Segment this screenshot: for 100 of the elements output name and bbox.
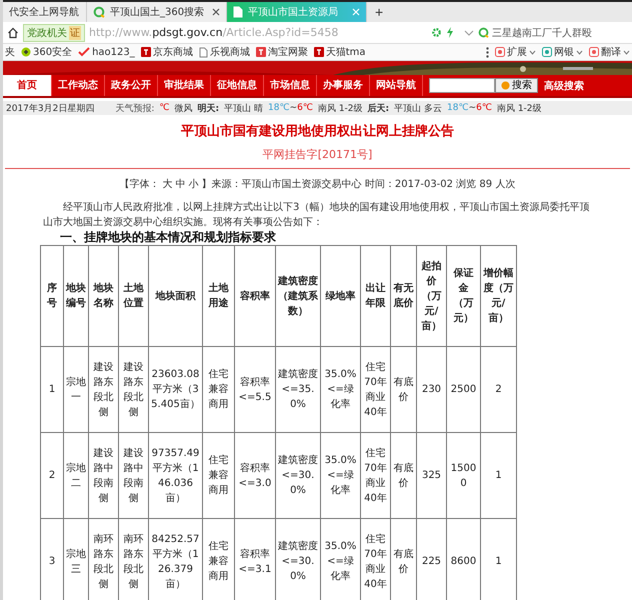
date-text: 2017年3月2日星期四 [6, 102, 94, 114]
government-badge[interactable]: 党政机关 证 [23, 24, 85, 42]
table-cell: 建筑密度<=30.0% [276, 518, 320, 600]
section-heading: 一、挂牌地块的基本情况和规划指标要求 [60, 230, 277, 245]
caret-icon [623, 50, 630, 54]
column-header: 容积率 [234, 246, 276, 346]
search-field[interactable]: 三星越南工厂千人群殴 [478, 26, 628, 40]
forecast-place: 平顶山 多云 [394, 102, 442, 114]
table-cell: 住宅70年商业40年 [360, 432, 390, 518]
table-cell: 建筑密度<=30.0% [276, 432, 320, 518]
table-cell: 建设路东段北侧 [88, 346, 118, 432]
table-cell: 住宅兼容商用 [202, 346, 234, 432]
table-cell: 容积率<=3.0 [234, 432, 276, 518]
column-header: 出让年限 [360, 246, 390, 346]
table-cell: 2500 [446, 346, 480, 432]
column-header: 地块名称 [88, 246, 118, 346]
column-header: 序号 [40, 246, 64, 346]
table-cell: 建筑密度<=35.0% [276, 346, 320, 432]
badge-label: 党政机关 [27, 26, 67, 40]
table-cell: 1 [40, 346, 64, 432]
lightning-icon[interactable] [446, 27, 454, 38]
gear-icon[interactable] [431, 27, 442, 38]
store-icon [140, 47, 151, 57]
search-button[interactable]: 搜索 [495, 78, 538, 93]
table-cell: 325 [416, 432, 446, 518]
font-size-link[interactable]: 小 [188, 177, 199, 191]
table-cell: 有底价 [390, 518, 416, 600]
column-header: 保证金（万元） [446, 246, 480, 346]
forecast-place: 平顶山 晴 [224, 102, 263, 114]
table-cell: 35.0%<=绿化率 [320, 346, 360, 432]
caret-icon [529, 50, 536, 54]
toolbar-button[interactable]: 网银 [542, 45, 583, 59]
table-cell: 住宅70年商业40年 [360, 346, 390, 432]
wind-text: 南风 1-2级 [496, 102, 542, 114]
address-field[interactable]: http://www.pdsgt.gov.cn/Article.Asp?id=5458 [89, 26, 427, 39]
nav-tab[interactable]: 工作动态 [52, 75, 105, 96]
table-cell: 住宅兼容商用 [202, 432, 234, 518]
bookmark-link[interactable]: 京东商城 [140, 45, 193, 59]
temperature-text: ℃ [159, 103, 170, 113]
table-cell: 建设路中段南侧 [88, 432, 118, 518]
weather-label: 天气预报: [115, 102, 154, 114]
dropdown-icon[interactable] [464, 28, 474, 36]
table-cell: 宗地三 [64, 518, 88, 600]
search-engine-icon [478, 27, 489, 38]
toolbar-button[interactable]: 翻译 [589, 45, 630, 59]
caret-icon [576, 50, 583, 54]
nav-tab[interactable]: 网站导航 [370, 75, 423, 96]
advanced-search-link[interactable]: 高级搜索 [544, 78, 584, 92]
site-search-field[interactable] [429, 78, 495, 93]
close-icon[interactable] [212, 8, 220, 16]
intro-paragraph: 经平顶山市人民政府批准，以网上挂牌方式出让以下3（幅）地块的国有建设用地使用权，平顶山市国土资源局委托平顶山市大地国土资源交易中心组织实施。现将有关事项公告如下： [43, 200, 590, 230]
column-header: 土地位置 [118, 246, 148, 346]
bookmark-link[interactable]: 乐视商城 [198, 45, 250, 59]
page-icon [233, 6, 243, 18]
column-header: 土地用途 [202, 246, 234, 346]
table-cell: 1 [480, 432, 516, 518]
bookmark-link[interactable]: 淘宝网聚 [256, 45, 308, 59]
table-cell: 容积率<=5.5 [234, 346, 276, 432]
tab-title: 平顶山市国土资源局 [248, 6, 339, 19]
nav-tab[interactable]: 审批结果 [158, 75, 211, 96]
column-header: 地块面积 [148, 246, 202, 346]
column-header: 建筑密度（建筑系数） [276, 246, 320, 346]
table-cell: 230 [416, 346, 446, 432]
bookmark-link[interactable]: 夹 [5, 45, 15, 59]
table-cell: 97357.49平方米（146.036亩） [148, 432, 202, 518]
forecast-day: 后天: [368, 102, 390, 114]
check-icon [78, 47, 90, 57]
bookmark-link[interactable]: hao123_ [78, 46, 135, 58]
wind-text: 南风 1-2级 [318, 102, 363, 114]
nav-tab[interactable]: 市场信息 [264, 75, 317, 96]
table-cell: 2 [40, 432, 64, 518]
bookmark-link[interactable]: 天猫tma [314, 45, 366, 59]
font-size-link[interactable]: 中 [176, 177, 186, 191]
browser-tab[interactable]: 代安全上网导航 [3, 2, 87, 22]
table-cell: 建设路东段北侧 [118, 346, 148, 432]
toolbar-button[interactable]: 扩展 [495, 45, 536, 59]
table-cell: 宗地二 [64, 432, 88, 518]
column-header: 增价幅度（万元/亩） [480, 246, 516, 346]
cert-label: 证 [69, 26, 81, 40]
new-tab-button[interactable]: + [367, 2, 392, 22]
forecast-day: 明天: [198, 102, 220, 114]
browser-tab[interactable]: 平顶山国土_360搜索 [87, 2, 227, 22]
nav-tab[interactable]: 征地信息 [211, 75, 264, 96]
tool-icon [495, 47, 505, 57]
more-icon[interactable] [486, 46, 489, 58]
tab-title: 平顶山国土_360搜索 [110, 6, 206, 19]
article-subtitle: 平网挂告字[20171号] [262, 147, 374, 162]
table-cell: 23603.08平方米（35.405亩） [148, 346, 202, 432]
temperature-text: 18℃~6℃ [268, 103, 313, 113]
wind-text: 微风 [174, 102, 193, 114]
column-header: 地块编号 [64, 246, 88, 346]
nav-tab[interactable]: 政务公开 [105, 75, 158, 96]
search-engine-icon [93, 6, 105, 18]
home-icon[interactable] [7, 26, 19, 38]
nav-tab[interactable]: 办事服务 [317, 75, 370, 96]
table-cell: 有底价 [390, 432, 416, 518]
bookmark-link[interactable]: 360安全 [21, 45, 72, 59]
nav-tab[interactable]: 首页 [3, 75, 52, 96]
font-size-link[interactable]: 大 [162, 177, 173, 191]
article-info: 】来源：平顶山市国土资源交易中心 时间：2017-03-02 浏览 89 人次 [202, 178, 516, 191]
